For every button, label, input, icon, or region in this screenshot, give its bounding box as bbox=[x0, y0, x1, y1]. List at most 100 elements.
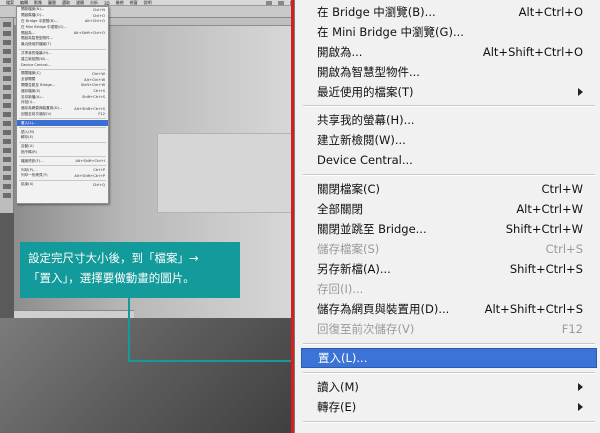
menu-item-shortcut: Ctrl+S bbox=[545, 242, 583, 256]
maximize-icon[interactable] bbox=[278, 1, 284, 5]
thumbnail-menu-item-label: 存回(I)... bbox=[21, 100, 36, 105]
tool-icon[interactable] bbox=[2, 85, 11, 90]
thumbnail-menu-separator bbox=[19, 68, 106, 70]
tool-icon[interactable] bbox=[2, 40, 11, 45]
tool-icon[interactable] bbox=[2, 49, 11, 54]
tool-icon[interactable] bbox=[2, 148, 11, 153]
menu-item-shortcut: Alt+Ctrl+O bbox=[518, 5, 583, 19]
thumbnail-menu-item-label: 結束(X) bbox=[21, 182, 34, 187]
menu-item-place[interactable]: 置入(L)... bbox=[301, 348, 597, 368]
thumbnail-menu-item[interactable]: 列印一份拷貝(Y) Alt+Shift+Ctrl+P bbox=[17, 173, 108, 179]
thumbnail-menu-separator bbox=[19, 127, 106, 129]
tool-icon[interactable] bbox=[2, 22, 11, 27]
menu-item-label: 讀入(M) bbox=[317, 380, 359, 394]
menu-item-close-all[interactable]: 全部關閉 Alt+Ctrl+W bbox=[301, 199, 597, 219]
callout-connector-line bbox=[128, 298, 130, 362]
tool-icon[interactable] bbox=[2, 130, 11, 135]
thumbnail-menu-item-shortcut: Alt+Shift+Ctrl+S bbox=[74, 106, 105, 111]
thumbnail-menu-item-shortcut: Alt+Shift+Ctrl+I bbox=[75, 159, 105, 164]
thumbnail-menu-item-shortcut: Ctrl+P bbox=[93, 168, 105, 173]
menu-item-export[interactable]: 轉存(E) bbox=[301, 397, 597, 417]
menu-item-import[interactable]: 讀入(M) bbox=[301, 377, 597, 397]
menu-item-label: 回復至前次儲存(V) bbox=[317, 322, 415, 336]
tool-icon[interactable] bbox=[2, 58, 11, 63]
menu-separator bbox=[303, 343, 595, 345]
menu-item-close[interactable]: 關閉檔案(C) Ctrl+W bbox=[301, 179, 597, 199]
tool-icon[interactable] bbox=[2, 184, 11, 189]
thumbnail-menu-item[interactable]: 結束(X) Ctrl+Q bbox=[17, 182, 108, 188]
thumbnail-menu-item-label: 在 Bridge 中瀏覽(B)... bbox=[21, 18, 59, 23]
menu-item-label: 關閉並跳至 Bridge... bbox=[317, 222, 427, 236]
tool-icon[interactable] bbox=[2, 139, 11, 144]
thumbnail-menu-item[interactable]: 指令碼(R) bbox=[17, 150, 108, 156]
thumbnail-menu-item-label: 共享我的螢幕(H)... bbox=[21, 50, 52, 55]
tool-icon[interactable] bbox=[2, 94, 11, 99]
thumbnail-menu-separator bbox=[19, 118, 106, 120]
tool-icon[interactable] bbox=[2, 103, 11, 108]
menu-item-shortcut: F12 bbox=[561, 322, 583, 336]
thumbnail-menu-separator bbox=[19, 165, 106, 167]
menu-item-check-in: 存回(I)... bbox=[301, 279, 597, 299]
thumbnail-tool-panel bbox=[0, 18, 14, 213]
tool-icon[interactable] bbox=[2, 166, 11, 171]
thumbnail-menu-item-shortcut: F12 bbox=[98, 112, 105, 117]
thumbnail-menu-item[interactable]: 檔案資訊(F)... Alt+Shift+Ctrl+I bbox=[17, 158, 108, 164]
tool-icon[interactable] bbox=[2, 193, 11, 198]
menu-item-label: 最近使用的檔案(T) bbox=[317, 85, 414, 99]
thumbnail-menu-item[interactable]: Device Central... bbox=[17, 62, 108, 68]
menu-item-label: 置入(L)... bbox=[318, 351, 368, 365]
menu-separator bbox=[303, 174, 595, 176]
thumbnail-menu-item-shortcut: Ctrl+W bbox=[92, 71, 105, 76]
thumbnail-menu-item-label: Device Central... bbox=[21, 63, 51, 68]
thumbnail-menu-separator bbox=[19, 156, 106, 158]
menu-item-save-as[interactable]: 另存新檔(A)... Shift+Ctrl+S bbox=[301, 259, 597, 279]
thumbnail-menu-item[interactable]: 最近使用的檔案(T) bbox=[17, 42, 108, 48]
menu-item-device-central[interactable]: Device Central... bbox=[301, 150, 597, 170]
thumbnail-menu-item-label: 全部關閉 bbox=[21, 77, 36, 82]
thumbnail-menu-item[interactable]: 轉存(E) bbox=[17, 135, 108, 141]
submenu-arrow-icon bbox=[578, 88, 583, 96]
thumbnail-menu-item-label: 另存新檔(A)... bbox=[21, 94, 45, 99]
menu-item-open-as[interactable]: 開啟為... Alt+Shift+Ctrl+O bbox=[301, 42, 597, 62]
tool-icon[interactable] bbox=[2, 67, 11, 72]
tool-icon[interactable] bbox=[2, 112, 11, 117]
menu-item-recent-files[interactable]: 最近使用的檔案(T) bbox=[301, 82, 597, 102]
tool-icon[interactable] bbox=[2, 157, 11, 162]
menu-item-label: 共享我的螢幕(H)... bbox=[317, 113, 415, 127]
menu-item-browse-in-bridge[interactable]: 在 Bridge 中瀏覽(B)... Alt+Ctrl+O bbox=[301, 2, 597, 22]
thumbnail-menu-item[interactable]: 置入(L)... bbox=[17, 120, 108, 127]
thumbnail-menu-item-shortcut: Alt+Ctrl+W bbox=[84, 77, 105, 82]
thumbnail-menu-item[interactable]: 回復至前次儲存(V) F12 bbox=[17, 112, 108, 118]
menu-item-label: 關閉檔案(C) bbox=[317, 182, 381, 196]
menu-item-create-new-review[interactable]: 建立新檢閱(W)... bbox=[301, 130, 597, 150]
thumbnail-menu-item-label: 列印(P)... bbox=[21, 167, 37, 172]
thumbnail-menu-separator bbox=[19, 179, 106, 181]
tool-icon[interactable] bbox=[2, 76, 11, 81]
thumbnail-menu-separator bbox=[19, 141, 106, 143]
tool-icon[interactable] bbox=[2, 121, 11, 126]
instruction-callout: 設定完尺寸大小後，到「檔案」→ 「置入」，選擇要做動畫的圖片。 bbox=[20, 242, 240, 298]
menu-item-open-as-smart-object[interactable]: 開啟為智慧型物件... bbox=[301, 62, 597, 82]
callout-line-1: 設定完尺寸大小後，到「檔案」→ bbox=[28, 251, 199, 265]
app-screenshot-thumbnail: 檔案 編輯 影像 圖層 選取 濾鏡 分析 3D 檢視 視窗 說明 開新檔案(N)… bbox=[0, 0, 300, 433]
thumbnail-menu-item-shortcut: Alt+Shift+Ctrl+O bbox=[73, 31, 105, 36]
thumbnail-menu-item-label: 自動(U) bbox=[21, 144, 34, 149]
menu-item-share-my-screen[interactable]: 共享我的螢幕(H)... bbox=[301, 110, 597, 130]
menu-separator bbox=[303, 372, 595, 374]
menu-item-label: 另存新檔(A)... bbox=[317, 262, 391, 276]
menu-item-shortcut: Alt+Ctrl+W bbox=[516, 202, 583, 216]
menu-item-browse-in-mini-bridge[interactable]: 在 Mini Bridge 中瀏覽(G)... bbox=[301, 22, 597, 42]
menu-item-save-for-web[interactable]: 儲存為網頁與裝置用(D)... Alt+Shift+Ctrl+S bbox=[301, 299, 597, 319]
menu-item-shortcut: Shift+Ctrl+S bbox=[509, 262, 583, 276]
thumbnail-menu-item-shortcut: Alt+Shift+Ctrl+P bbox=[74, 173, 105, 178]
tool-icon[interactable] bbox=[2, 175, 11, 180]
menu-item-close-and-go-to-bridge[interactable]: 關閉並跳至 Bridge... Shift+Ctrl+W bbox=[301, 219, 597, 239]
menu-item-shortcut: Ctrl+W bbox=[541, 182, 583, 196]
menu-item-label: 存回(I)... bbox=[317, 282, 364, 296]
thumbnail-menu-item-label: 檔案資訊(F)... bbox=[21, 158, 44, 163]
minimize-icon[interactable] bbox=[266, 1, 272, 5]
tool-icon[interactable] bbox=[2, 31, 11, 36]
thumbnail-menu-item-label: 回復至前次儲存(V) bbox=[21, 111, 52, 116]
thumbnail-menu-item-label: 在 Mini Bridge 中瀏覽(G)... bbox=[21, 24, 67, 29]
thumbnail-menubar-item[interactable]: 3D bbox=[104, 1, 110, 6]
